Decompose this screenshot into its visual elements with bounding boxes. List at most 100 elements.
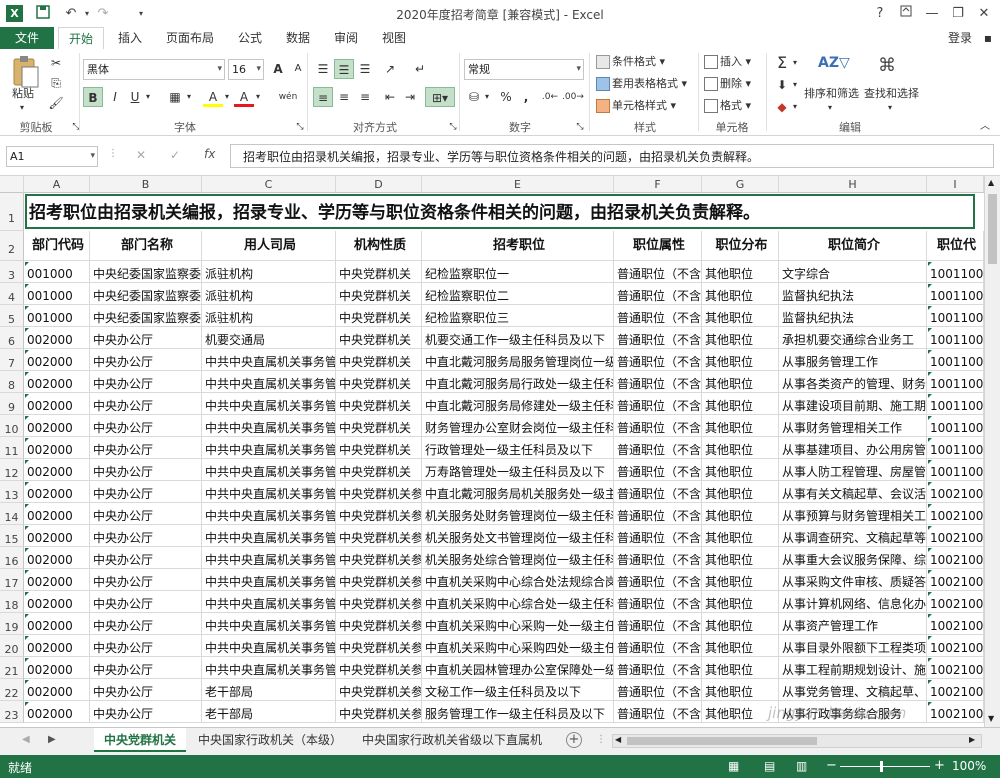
table-cell[interactable]: 普通职位（不含	[614, 635, 702, 657]
conditional-formatting-button[interactable]: 条件格式 ▾	[596, 53, 665, 71]
formula-input[interactable]: 招考职位由招录机关编报，招录专业、学历等与职位资格条件相关的问题，由招录机关负责…	[230, 144, 994, 168]
table-cell[interactable]: 中央党群机关	[336, 283, 422, 305]
table-cell[interactable]: 002000	[24, 371, 90, 393]
table-cell[interactable]: 普通职位（不含	[614, 261, 702, 283]
row-header[interactable]: 16	[0, 547, 24, 569]
table-cell[interactable]: 其他职位	[702, 503, 779, 525]
table-cell[interactable]: 其他职位	[702, 327, 779, 349]
paste-dropdown-icon[interactable]: ▾	[20, 99, 24, 117]
table-cell[interactable]: 001000	[24, 261, 90, 283]
shrink-font-button[interactable]: A	[288, 59, 308, 79]
table-cell[interactable]: 普通职位（不含	[614, 393, 702, 415]
table-cell[interactable]: 中共中央直属机关事务管	[202, 613, 336, 635]
table-cell[interactable]: 中央办公厅	[90, 569, 202, 591]
row-header[interactable]: 10	[0, 415, 24, 437]
table-cell[interactable]: 002000	[24, 701, 90, 723]
table-cell[interactable]: 普通职位（不含	[614, 569, 702, 591]
table-cell[interactable]: 中直北戴河服务局修建处一级主任科	[422, 393, 614, 415]
header-cell[interactable]: 职位属性	[614, 231, 702, 261]
fill-color-icon[interactable]: A	[203, 87, 223, 107]
tab-review[interactable]: 审阅	[326, 27, 366, 49]
table-cell[interactable]: 中央党群机关	[336, 393, 422, 415]
column-header[interactable]: H	[779, 176, 927, 193]
bottom-align-icon[interactable]: ☰	[355, 59, 375, 79]
table-cell[interactable]: 普通职位（不含	[614, 459, 702, 481]
table-cell[interactable]: 10011000	[927, 393, 984, 415]
table-cell[interactable]: 中共中央直属机关事务管	[202, 635, 336, 657]
currency-dropdown-icon[interactable]: ▾	[482, 87, 492, 107]
table-cell[interactable]: 其他职位	[702, 305, 779, 327]
table-cell[interactable]: 002000	[24, 525, 90, 547]
table-cell[interactable]: 002000	[24, 327, 90, 349]
table-cell[interactable]: 监督执纪执法	[779, 283, 927, 305]
table-cell[interactable]: 其他职位	[702, 481, 779, 503]
sheet-tab-3[interactable]: 中央国家行政机关省级以下直属机	[352, 728, 548, 752]
table-cell[interactable]: 中央党群机关参	[336, 679, 422, 701]
binoculars-icon[interactable]: ⌘	[878, 55, 906, 81]
table-cell[interactable]: 中直北戴河服务局机关服务处一级主	[422, 481, 614, 503]
table-cell[interactable]: 中共中央直属机关事务管	[202, 525, 336, 547]
table-cell[interactable]: 普通职位（不含	[614, 525, 702, 547]
table-cell[interactable]: 10021000	[927, 657, 984, 679]
table-cell[interactable]: 中共中央直属机关事务管	[202, 393, 336, 415]
table-cell[interactable]: 中共中央直属机关事务管	[202, 437, 336, 459]
page-layout-view-icon[interactable]: ▤	[764, 759, 775, 773]
table-cell[interactable]: 其他职位	[702, 459, 779, 481]
italic-button[interactable]: I	[105, 87, 125, 107]
select-all-corner[interactable]	[0, 176, 24, 193]
phonetic-guide-icon[interactable]: wén	[275, 87, 301, 107]
cancel-icon[interactable]: ✕	[136, 148, 146, 162]
table-cell[interactable]: 中央办公厅	[90, 393, 202, 415]
hscroll-left-icon[interactable]: ◀	[615, 735, 621, 744]
table-cell[interactable]: 002000	[24, 349, 90, 371]
table-cell[interactable]: 中央党群机关	[336, 459, 422, 481]
table-cell[interactable]: 普通职位（不含	[614, 437, 702, 459]
table-cell[interactable]: 中央办公厅	[90, 481, 202, 503]
add-sheet-icon[interactable]: +	[566, 732, 582, 748]
row-header[interactable]: 1	[0, 193, 24, 231]
header-cell[interactable]: 职位代	[927, 231, 984, 261]
sort-filter-dropdown-icon[interactable]: ▾	[828, 99, 832, 117]
table-cell[interactable]: 纪检监察职位一	[422, 261, 614, 283]
insert-cells-button[interactable]: 插入 ▾	[704, 53, 751, 71]
row-header[interactable]: 15	[0, 525, 24, 547]
clear-dropdown-icon[interactable]: ▾	[790, 97, 800, 117]
table-cell[interactable]: 普通职位（不含	[614, 503, 702, 525]
borders-dropdown-icon[interactable]: ▾	[184, 87, 194, 107]
table-cell[interactable]: 文秘工作一级主任科员及以下	[422, 679, 614, 701]
font-color-dropdown-icon[interactable]: ▾	[253, 87, 263, 107]
format-cells-button[interactable]: 格式 ▾	[704, 97, 751, 115]
scroll-thumb[interactable]	[988, 194, 997, 264]
table-cell[interactable]: 机关服务处财务管理岗位一级主任科	[422, 503, 614, 525]
table-cell[interactable]: 10011000	[927, 371, 984, 393]
table-cell[interactable]: 10011000	[927, 327, 984, 349]
table-cell[interactable]: 中央纪委国家监察委	[90, 305, 202, 327]
align-center-icon[interactable]: ≡	[334, 87, 354, 107]
row-header[interactable]: 20	[0, 635, 24, 657]
table-cell[interactable]: 中央办公厅	[90, 349, 202, 371]
table-cell[interactable]: 其他职位	[702, 261, 779, 283]
table-cell[interactable]: 中直北戴河服务局行政处一级主任科	[422, 371, 614, 393]
table-cell[interactable]: 中央党群机关参	[336, 657, 422, 679]
table-cell[interactable]: 其他职位	[702, 679, 779, 701]
table-cell[interactable]: 机要交通局	[202, 327, 336, 349]
table-cell[interactable]: 中共中央直属机关事务管	[202, 569, 336, 591]
table-cell[interactable]: 中央办公厅	[90, 459, 202, 481]
table-cell[interactable]: 普通职位（不含	[614, 481, 702, 503]
table-cell[interactable]: 中央党群机关参	[336, 701, 422, 723]
middle-align-icon[interactable]: ☰	[334, 59, 354, 79]
cell-styles-button[interactable]: 单元格样式 ▾	[596, 97, 676, 115]
increase-decimal-icon[interactable]: .0←	[540, 87, 560, 107]
copy-icon[interactable]: ⎘	[46, 73, 66, 93]
table-cell[interactable]: 002000	[24, 635, 90, 657]
table-cell[interactable]: 10011000	[927, 437, 984, 459]
table-cell[interactable]: 中央党群机关参	[336, 591, 422, 613]
table-cell[interactable]: 10021000	[927, 525, 984, 547]
tab-data[interactable]: 数据	[278, 27, 318, 49]
table-cell[interactable]: 其他职位	[702, 437, 779, 459]
table-cell[interactable]: 002000	[24, 613, 90, 635]
zoom-level[interactable]: 100%	[952, 759, 986, 773]
underline-button[interactable]: U	[125, 87, 145, 107]
bold-button[interactable]: B	[83, 87, 103, 107]
zoom-slider[interactable]	[840, 766, 930, 767]
